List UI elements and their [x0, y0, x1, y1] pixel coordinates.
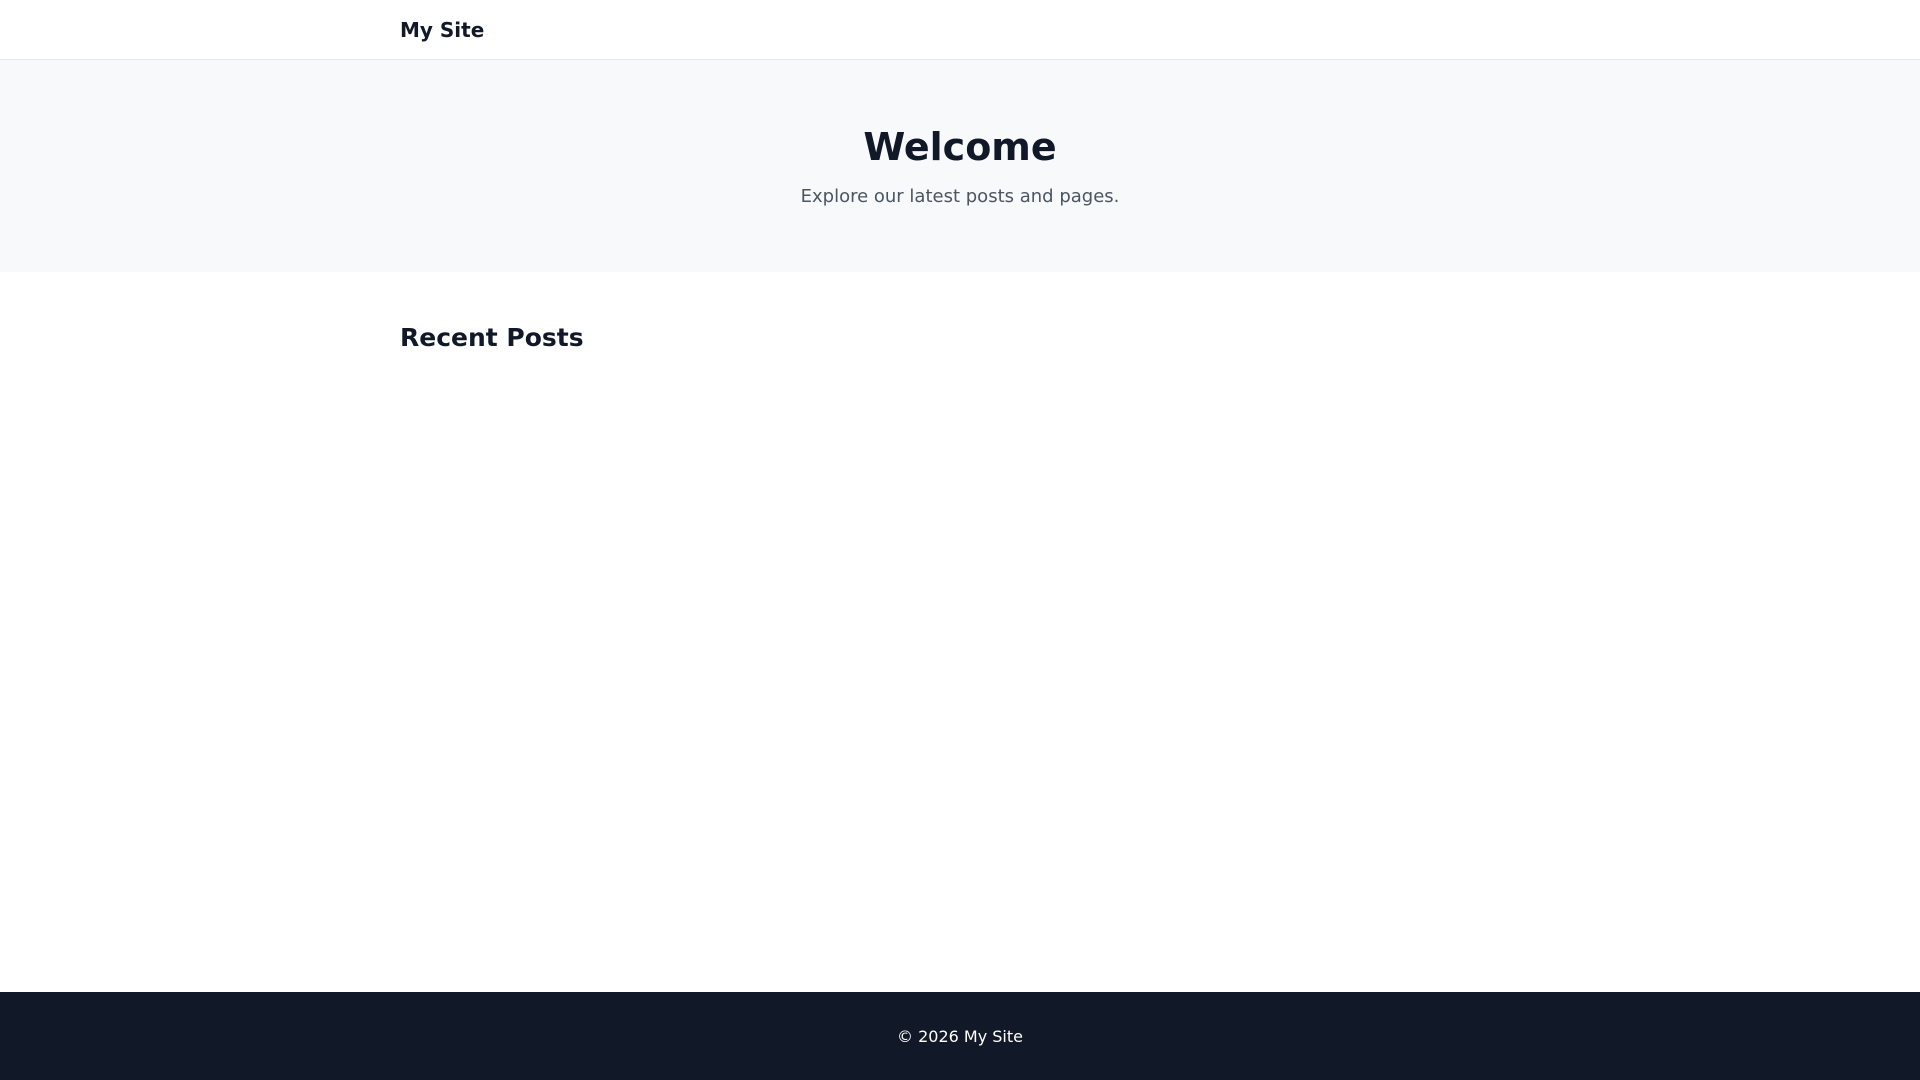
footer-copyright: © 2026 My Site [897, 1026, 1023, 1046]
site-title-link[interactable]: My Site [400, 18, 484, 42]
hero-subtitle: Explore our latest posts and pages. [800, 186, 1120, 207]
site-header: My Site [0, 0, 1920, 60]
header-container: My Site [200, 0, 1720, 60]
page: My Site Welcome Explore our latest posts… [0, 0, 1920, 1080]
hero-section: Welcome Explore our latest posts and pag… [0, 60, 1920, 272]
hero-title: Welcome [863, 125, 1057, 169]
main-content: Recent Posts [0, 272, 1920, 992]
recent-posts-heading: Recent Posts [400, 323, 584, 352]
site-footer: © 2026 My Site [0, 992, 1920, 1080]
main-container: Recent Posts [200, 272, 1720, 354]
